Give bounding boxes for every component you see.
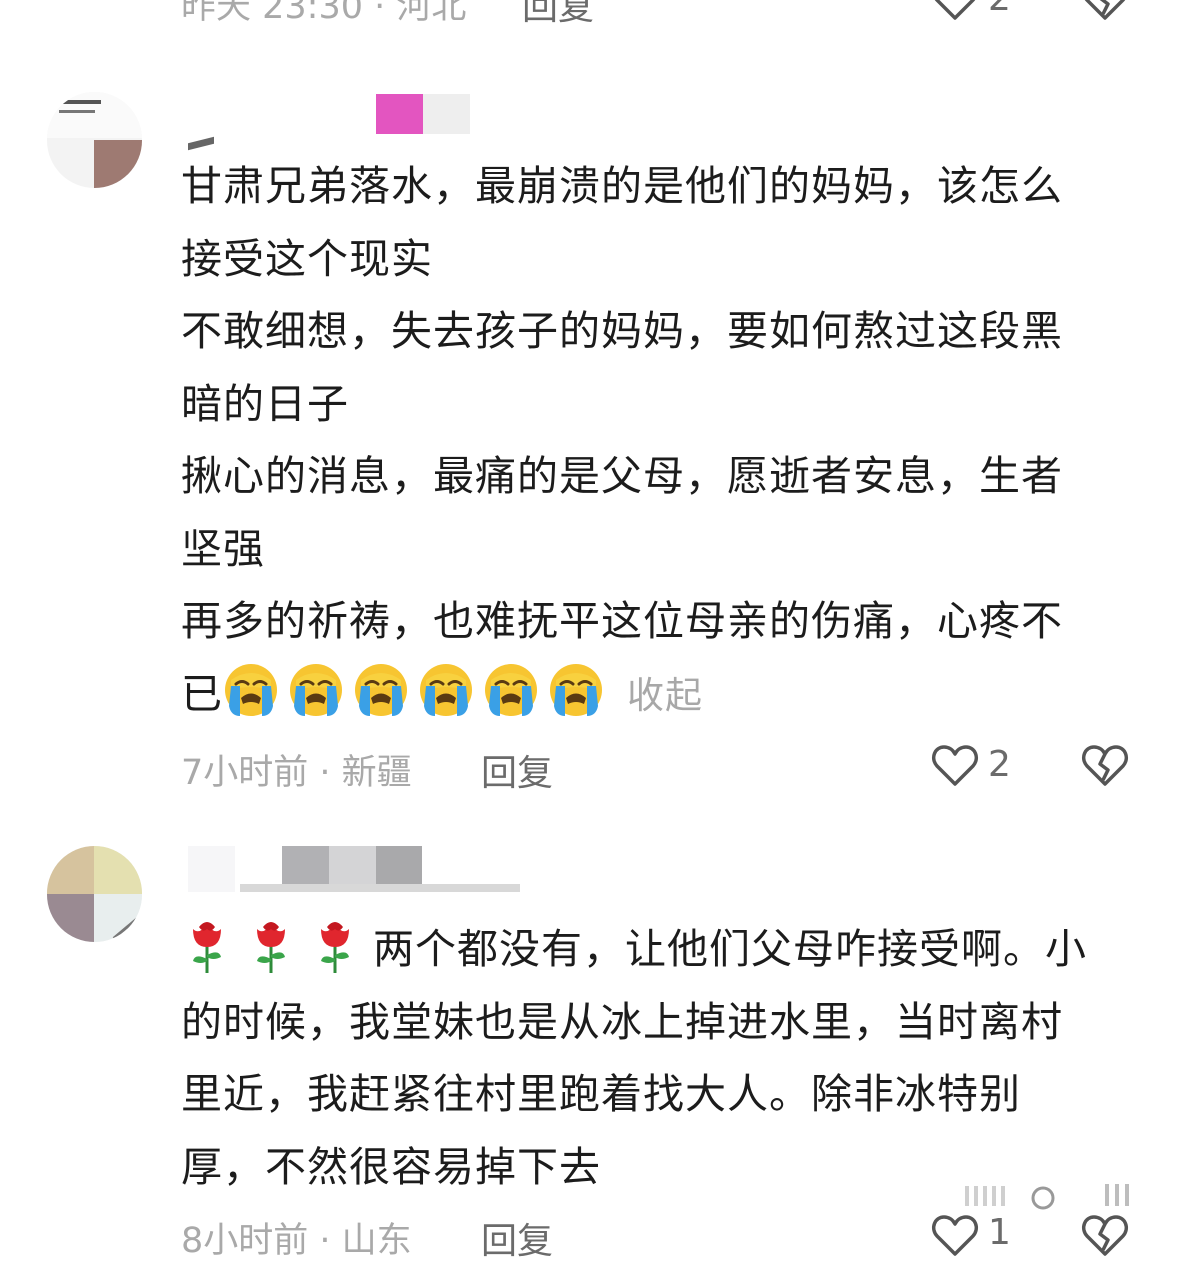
comment-line: 揪心的消息，最痛的是父母，愿逝者安息，生者: [181, 452, 1063, 500]
rose-emoji: [181, 915, 233, 975]
comment-line: 里近，我赶紧往村里跑着找大人。除非冰特别: [181, 1070, 1021, 1118]
top-comment-time-location: 昨天 23:30 · 河北: [181, 0, 467, 27]
broken-heart-icon[interactable]: [1081, 1214, 1129, 1258]
comment-1-like-count: 2: [988, 744, 1011, 785]
loudly-crying-face-emoji: [418, 662, 474, 718]
avatar[interactable]: [47, 846, 142, 942]
comment-2-time-location: 8小时前 · 山东: [181, 1221, 412, 1261]
comment-line: 暗的日子: [181, 379, 349, 428]
comment-line: 两个都没有，让他们父母咋接受啊。小: [373, 925, 1087, 973]
comment-line: 接受这个现实: [181, 234, 433, 283]
comment-last-line: 已 收起: [181, 658, 1126, 733]
loudly-crying-face-emoji: [353, 662, 409, 718]
loudly-crying-face-emoji: [483, 662, 539, 718]
rose-emoji-row: [181, 922, 373, 973]
loudly-crying-face-emoji: [288, 662, 344, 718]
comment-line: 再多的祈祷，也难抚平这位母亲的伤痛，心疼不: [181, 597, 1063, 645]
comment-line: 不敢细想，失去孩子的妈妈，要如何熬过这段黑: [181, 307, 1063, 355]
avatar[interactable]: [47, 92, 142, 188]
heart-outline-icon[interactable]: [931, 0, 979, 22]
username-pixelated[interactable]: [376, 94, 470, 134]
comment-2-body: 两个都没有，让他们父母咋接受啊。小 的时候，我堂妹也是从冰上掉进水里，当时离村 …: [181, 913, 1126, 1203]
crying-emoji-row: [223, 663, 613, 718]
comment-1-time-location: 7小时前 · 新疆: [181, 753, 412, 793]
watermark-decoration: [965, 1180, 1160, 1210]
comment-1-body: 甘肃兄弟落水，最崩溃的是他们的妈妈，该怎么 接受这个现实 不敢细想，失去孩子的妈…: [181, 150, 1126, 732]
username-fragment: [188, 136, 214, 151]
top-comment-reply-button[interactable]: 回复: [522, 0, 594, 30]
loudly-crying-face-emoji: [548, 662, 604, 718]
comment-line: 甘肃兄弟落水，最崩溃的是他们的妈妈，该怎么: [181, 162, 1063, 210]
username-pixelated[interactable]: [188, 846, 520, 892]
rose-emoji: [309, 915, 361, 975]
comment-first-line: 两个都没有，让他们父母咋接受啊。小: [181, 913, 1126, 986]
collapse-link[interactable]: 收起: [627, 674, 703, 717]
comment-1-reply-button[interactable]: 回复: [481, 744, 553, 796]
comment-line: 的时候，我堂妹也是从冰上掉进水里，当时离村: [181, 997, 1063, 1046]
comment-line: 已: [181, 669, 223, 718]
comment-line: 坚强: [181, 524, 265, 573]
broken-heart-icon[interactable]: [1081, 744, 1129, 788]
top-comment-like-count: 2: [988, 0, 1011, 19]
comment-2-reply-button[interactable]: 回复: [481, 1212, 553, 1264]
broken-heart-icon[interactable]: [1081, 0, 1129, 22]
rose-emoji: [245, 915, 297, 975]
loudly-crying-face-emoji: [223, 662, 279, 718]
heart-outline-icon[interactable]: [931, 1214, 979, 1258]
heart-outline-icon[interactable]: [931, 744, 979, 788]
